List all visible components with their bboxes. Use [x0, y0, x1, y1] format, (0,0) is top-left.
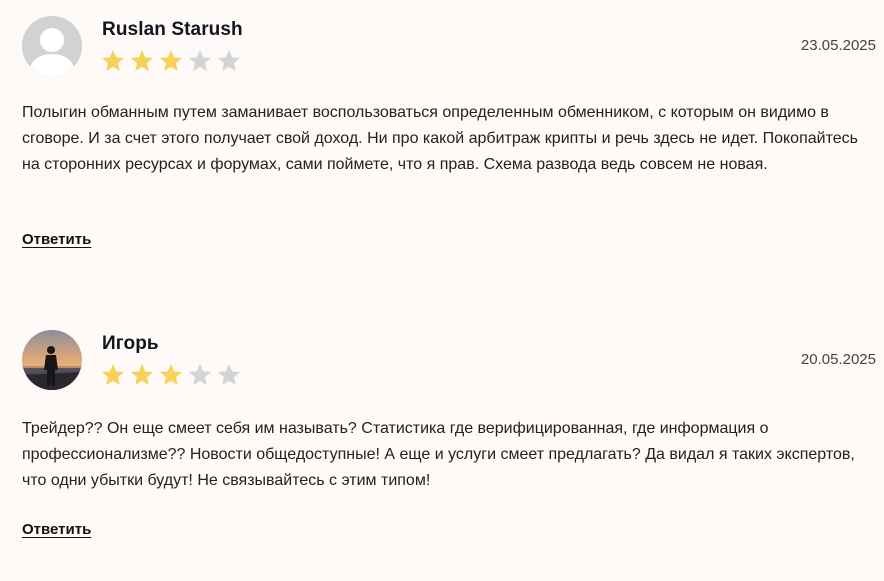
- user-placeholder-icon: [22, 16, 82, 76]
- review-text: Трейдер?? Он еще смеет себя им называть?…: [22, 420, 855, 489]
- star-filled-icon: [101, 363, 125, 385]
- review-text: Полыгин обманным путем заманивает воспол…: [22, 104, 858, 173]
- star-filled-icon: [159, 363, 183, 385]
- star-filled-icon: [130, 49, 154, 71]
- star-empty-icon: [217, 49, 241, 71]
- star-filled-icon: [130, 363, 154, 385]
- review-author: Ruslan Starush: [102, 19, 243, 40]
- reply-button[interactable]: Ответить: [22, 231, 91, 248]
- review-date: 20.05.2025: [800, 351, 876, 368]
- star-rating: [100, 48, 242, 74]
- star-filled-icon: [159, 49, 183, 71]
- star-rating: [100, 362, 242, 388]
- review-author: Игорь: [102, 333, 159, 354]
- reply-button[interactable]: Ответить: [22, 521, 91, 538]
- star-empty-icon: [188, 363, 212, 385]
- star-empty-icon: [188, 49, 212, 71]
- star-empty-icon: [217, 363, 241, 385]
- user-photo-icon: [22, 330, 82, 390]
- star-filled-icon: [101, 49, 125, 71]
- avatar: [22, 330, 82, 390]
- review-date: 23.05.2025: [800, 37, 876, 54]
- avatar: [22, 16, 82, 76]
